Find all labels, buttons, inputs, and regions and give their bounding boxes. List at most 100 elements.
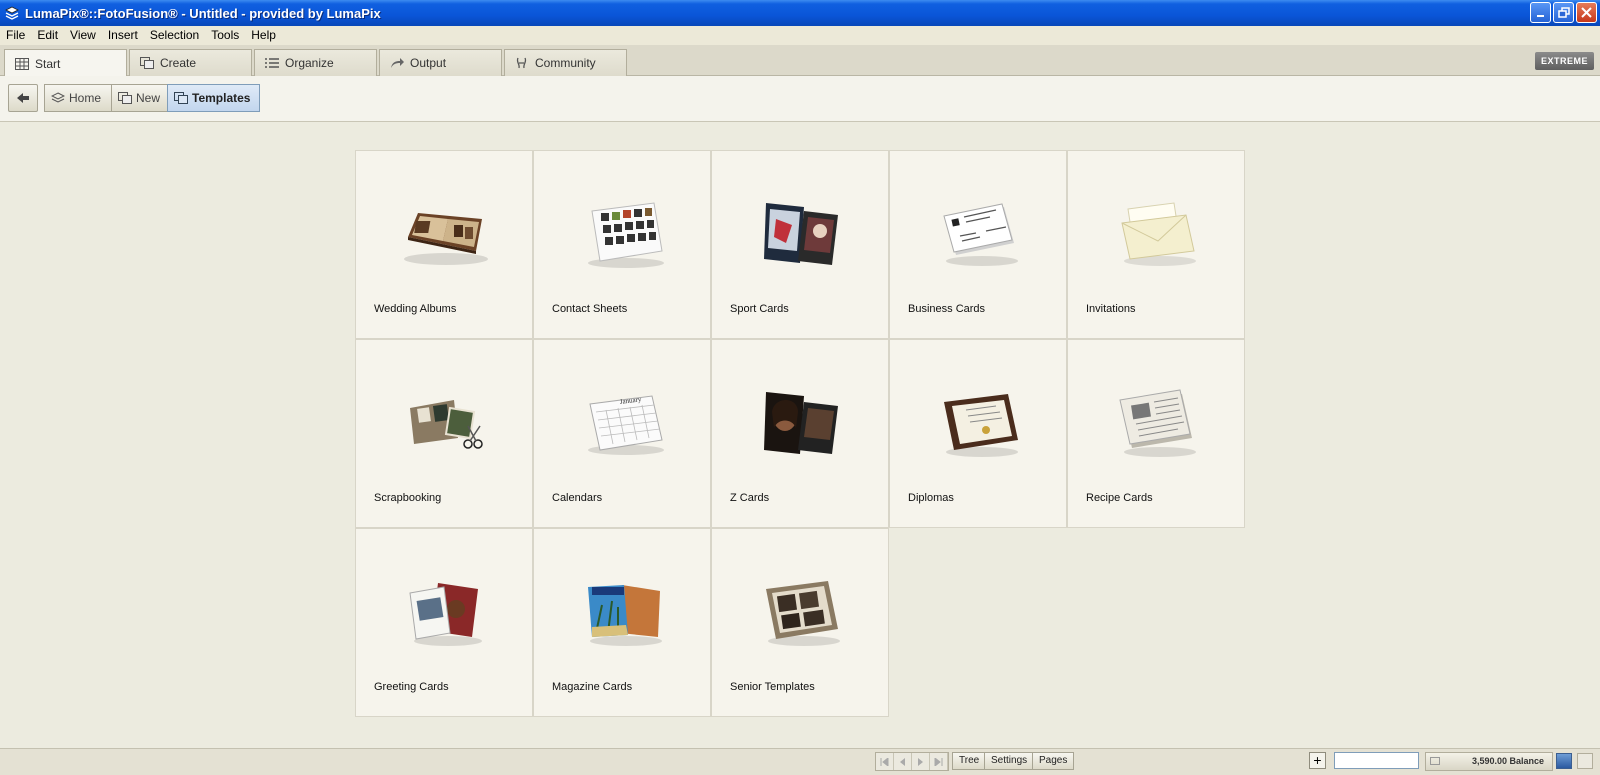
- tab-label: Create: [160, 56, 197, 70]
- template-label: Greeting Cards: [374, 681, 449, 693]
- subnav-home[interactable]: Home: [44, 84, 112, 112]
- next-page-button[interactable]: [912, 753, 930, 770]
- greeting-cards-thumb: [409, 583, 482, 646]
- template-invitations[interactable]: Invitations: [1067, 150, 1245, 339]
- template-magazine-cards[interactable]: Magazine Cards: [533, 528, 711, 717]
- layers-icon: [51, 92, 65, 103]
- diploma-thumb: [944, 394, 1018, 457]
- tab-label: Organize: [285, 56, 334, 70]
- next-page-icon: [918, 757, 923, 766]
- first-page-button[interactable]: [876, 753, 894, 770]
- template-scrapbooking[interactable]: Scrapbooking: [355, 339, 533, 528]
- senior-templates-thumb: [766, 581, 840, 646]
- subnav-new[interactable]: New: [111, 84, 168, 112]
- contact-sheet-thumb: [588, 202, 664, 268]
- statusbar-input[interactable]: [1334, 752, 1419, 769]
- last-page-icon: [934, 757, 943, 766]
- wedding-album-thumb: [404, 213, 488, 265]
- minimize-button[interactable]: [1530, 2, 1551, 23]
- new-doc-icon: [118, 92, 132, 104]
- template-grid: Wedding Albums Contact Sheets Sport Card…: [355, 150, 1245, 718]
- add-button[interactable]: +: [1309, 752, 1326, 769]
- scrapbook-thumb: [410, 400, 483, 449]
- restore-button[interactable]: [1553, 2, 1574, 23]
- back-button[interactable]: [8, 84, 38, 112]
- tab-output[interactable]: Output: [379, 49, 502, 76]
- template-business-cards[interactable]: Business Cards: [889, 150, 1067, 339]
- template-z-cards[interactable]: Z Cards: [711, 339, 889, 528]
- expand-icon[interactable]: [1577, 753, 1593, 769]
- close-icon: [1581, 7, 1592, 18]
- template-label: Z Cards: [730, 492, 770, 504]
- page-navigation: [875, 752, 949, 771]
- list-icon: [265, 58, 279, 68]
- menu-insert[interactable]: Insert: [102, 26, 144, 45]
- settings-button[interactable]: Settings: [984, 752, 1035, 770]
- business-cards-thumb: [943, 203, 1018, 266]
- template-sport-cards[interactable]: Sport Cards: [711, 150, 889, 339]
- menu-file[interactable]: File: [0, 26, 31, 45]
- template-label: Contact Sheets: [552, 303, 628, 315]
- window-title: LumaPix®::FotoFusion® - Untitled - provi…: [25, 5, 381, 21]
- template-senior-templates[interactable]: Senior Templates: [711, 528, 889, 717]
- tab-create[interactable]: Create: [129, 49, 252, 76]
- share-arrow-icon: [391, 58, 404, 68]
- app-icon: [5, 6, 19, 20]
- status-bar: Tree Settings Pages + 3,590.00 Balance: [0, 748, 1600, 775]
- balance-button[interactable]: 3,590.00 Balance: [1425, 752, 1553, 771]
- edition-badge: EXTREME: [1534, 52, 1594, 70]
- first-page-icon: [880, 757, 889, 766]
- template-label: Scrapbooking: [374, 492, 442, 504]
- tab-start[interactable]: Start: [4, 49, 127, 77]
- back-arrow-icon: [17, 93, 29, 103]
- calendar-thumb: January: [588, 395, 664, 455]
- template-label: Diplomas: [908, 492, 954, 504]
- tree-button[interactable]: Tree: [952, 752, 987, 770]
- tab-label: Community: [535, 56, 596, 70]
- last-page-button[interactable]: [930, 753, 948, 770]
- sport-cards-thumb: [764, 203, 838, 265]
- menu-edit[interactable]: Edit: [31, 26, 64, 45]
- template-contact-sheets[interactable]: Contact Sheets: [533, 150, 711, 339]
- subnav-label: New: [136, 91, 161, 105]
- tab-organize[interactable]: Organize: [254, 49, 377, 76]
- template-diplomas[interactable]: Diplomas: [889, 339, 1067, 528]
- tab-community[interactable]: Community: [504, 49, 627, 76]
- z-cards-thumb: [764, 392, 838, 454]
- template-label: Magazine Cards: [552, 681, 633, 693]
- sub-toolbar: Home New Templates: [0, 76, 1600, 122]
- recipe-cards-thumb: [1119, 389, 1196, 457]
- restore-icon: [1557, 6, 1570, 18]
- menu-selection[interactable]: Selection: [144, 26, 205, 45]
- template-label: Business Cards: [908, 303, 986, 315]
- template-greeting-cards[interactable]: Greeting Cards: [355, 528, 533, 717]
- template-label: Senior Templates: [730, 681, 815, 693]
- template-label: Calendars: [552, 492, 603, 504]
- template-wedding-albums[interactable]: Wedding Albums: [355, 150, 533, 339]
- close-button[interactable]: [1576, 2, 1597, 23]
- template-label: Wedding Albums: [374, 303, 457, 315]
- main-tab-bar: Start Create Organize Output Community E…: [0, 45, 1600, 77]
- tab-label: Start: [35, 56, 61, 71]
- subnav-label: Home: [69, 91, 102, 105]
- menu-view[interactable]: View: [64, 26, 102, 45]
- community-icon: [516, 57, 527, 69]
- template-label: Recipe Cards: [1086, 492, 1153, 504]
- templates-icon: [174, 92, 188, 104]
- menu-tools[interactable]: Tools: [205, 26, 245, 45]
- menu-help[interactable]: Help: [245, 26, 282, 45]
- template-label: Invitations: [1086, 303, 1136, 315]
- template-label: Sport Cards: [730, 303, 789, 315]
- subnav-label: Templates: [192, 91, 251, 105]
- balance-label: 3,590.00 Balance: [1471, 756, 1544, 766]
- minimize-icon: [1536, 14, 1544, 17]
- template-recipe-cards[interactable]: Recipe Cards: [1067, 339, 1245, 528]
- subnav-templates[interactable]: Templates: [167, 84, 260, 112]
- create-icon: [140, 57, 154, 69]
- pages-button[interactable]: Pages: [1032, 752, 1075, 770]
- template-calendars[interactable]: January Calendars: [533, 339, 711, 528]
- magazine-cards-thumb: [588, 585, 662, 646]
- account-icon[interactable]: [1556, 753, 1572, 769]
- prev-page-button[interactable]: [894, 753, 912, 770]
- prev-page-icon: [900, 757, 905, 766]
